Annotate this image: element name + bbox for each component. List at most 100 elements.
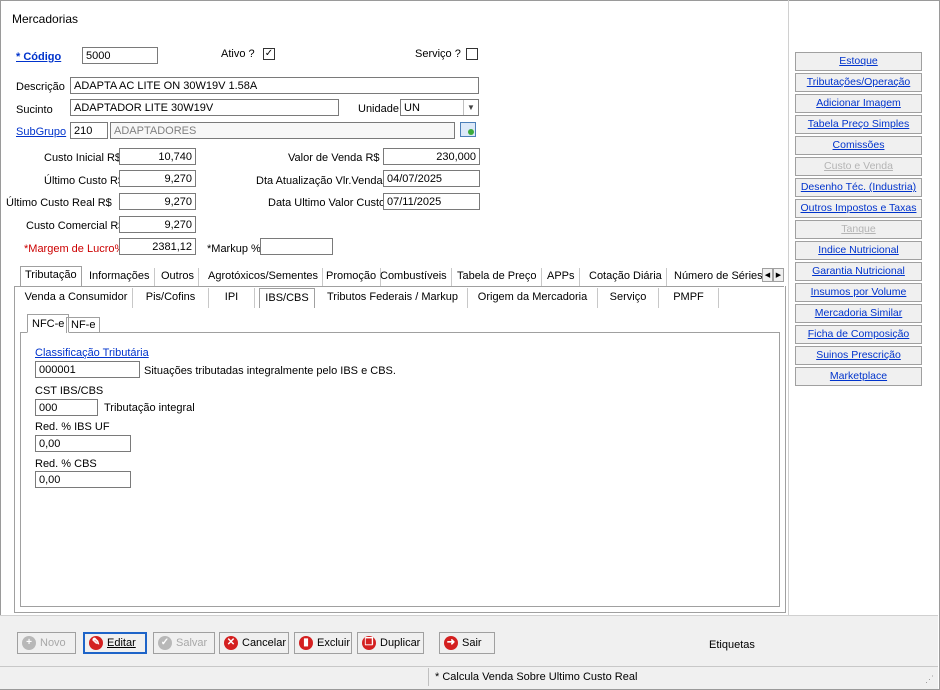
red-cbs-label: Red. % CBS	[35, 458, 97, 470]
duplicate-icon: ❐	[362, 636, 376, 650]
unidade-value: UN	[404, 102, 420, 114]
margem-label: *Margem de Lucro%	[24, 243, 125, 255]
search-subgrupo-icon[interactable]	[460, 122, 476, 137]
sidebar-item-garantia-nutricional[interactable]: Garantia Nutricional	[795, 262, 922, 281]
resize-grip-icon[interactable]: ⋰	[922, 673, 934, 685]
subtab-servico[interactable]: Serviço	[598, 288, 659, 308]
sidebar-item-ficha-composicao[interactable]: Ficha de Composição	[795, 325, 922, 344]
dta-atualizacao-input[interactable]: 04/07/2025	[383, 170, 480, 187]
cancelar-button[interactable]: ✕ Cancelar	[219, 632, 289, 654]
ultimo-custo-real-input[interactable]: 9,270	[119, 193, 196, 210]
sidebar-item-custo-venda: Custo e Venda	[795, 157, 922, 176]
sidebar-item-insumos-volume[interactable]: Insumos por Volume	[795, 283, 922, 302]
descricao-label: Descrição	[16, 81, 65, 93]
salvar-label: Salvar	[176, 637, 208, 649]
servico-checkbox[interactable]	[466, 48, 478, 60]
subtab-pis-cofins[interactable]: Pis/Cofins	[133, 288, 209, 308]
tab-promocao[interactable]: Promoção	[322, 268, 382, 286]
editar-button[interactable]: ✎ Editar	[83, 632, 147, 654]
subgrupo-code-input[interactable]: 210	[70, 122, 108, 139]
tab-tributacao[interactable]: Tributação	[20, 266, 82, 286]
editar-label: Editar	[107, 637, 136, 649]
red-ibs-uf-label: Red. % IBS UF	[35, 421, 110, 433]
sidebar-item-desenho-tec[interactable]: Desenho Téc. (Industria)	[795, 178, 922, 197]
sidebar-item-mercadoria-similar[interactable]: Mercadoria Similar	[795, 304, 922, 323]
tab-apps[interactable]: APPs	[543, 268, 580, 286]
sidebar-item-tabela-preco[interactable]: Tabela Preço Simples	[795, 115, 922, 134]
excluir-button[interactable]: ▮ Excluir	[294, 632, 352, 654]
custo-comercial-label: Custo Comercial R$	[26, 220, 125, 232]
custo-comercial-input[interactable]: 9,270	[119, 216, 196, 233]
sidebar-item-comissoes[interactable]: Comissões	[795, 136, 922, 155]
sair-label: Sair	[462, 637, 482, 649]
ativo-checkbox[interactable]: ✓	[263, 48, 275, 60]
tab-scroll-right-icon[interactable]: ▶	[773, 268, 784, 282]
servico-label: Serviço ?	[415, 48, 461, 60]
salvar-button: ✓ Salvar	[153, 632, 215, 654]
tab-cotacao-diaria[interactable]: Cotação Diária	[585, 268, 667, 286]
cst-descricao: Tributação integral	[104, 402, 195, 414]
descricao-input[interactable]: ADAPTA AC LITE ON 30W19V 1.58A	[70, 77, 479, 94]
valor-venda-label: Valor de Venda R$	[288, 152, 380, 164]
tab-informacoes[interactable]: Informações	[85, 268, 155, 286]
sucinto-input[interactable]: ADAPTADOR LITE 30W19V	[70, 99, 339, 116]
subtab-origem-mercadoria[interactable]: Origem da Mercadoria	[468, 288, 598, 308]
red-cbs-input[interactable]: 0,00	[35, 471, 131, 488]
window-title: Mercadorias	[12, 12, 79, 26]
unidade-select[interactable]: UN ▼	[400, 99, 479, 116]
valor-venda-input[interactable]: 230,000	[383, 148, 480, 165]
ultimo-custo-real-label: Último Custo Real R$	[6, 197, 112, 209]
tab-nfe[interactable]: NF-e	[66, 317, 101, 333]
tab-combustiveis[interactable]: Combustíveis	[376, 268, 452, 286]
ativo-label: Ativo ?	[221, 48, 255, 60]
plus-icon: +	[22, 636, 36, 650]
custo-inicial-input[interactable]: 10,740	[119, 148, 196, 165]
tab-numero-series[interactable]: Número de Séries	[670, 268, 767, 286]
subtab-ipi[interactable]: IPI	[209, 288, 255, 308]
sidebar-item-suinos-prescricao[interactable]: Suinos Prescrição	[795, 346, 922, 365]
chevron-down-icon: ▼	[463, 100, 478, 115]
status-text: * Calcula Venda Sobre Ultimo Custo Real	[435, 671, 638, 683]
subtab-tributos-federais[interactable]: Tributos Federais / Markup	[318, 288, 468, 308]
tab-scroll-left-icon[interactable]: ◀	[762, 268, 773, 282]
novo-button: + Novo	[17, 632, 76, 654]
tab-outros[interactable]: Outros	[157, 268, 200, 286]
sidebar-item-estoque[interactable]: Estoque	[795, 52, 922, 71]
codigo-label[interactable]: * Código	[16, 51, 61, 63]
dta-atualizacao-label: Dta Atualização Vlr.Venda	[256, 175, 383, 187]
data-ultimo-custo-input[interactable]: 07/11/2025	[383, 193, 480, 210]
classificacao-tributaria-input[interactable]: 000001	[35, 361, 140, 378]
sidebar-item-marketplace[interactable]: Marketplace	[795, 367, 922, 386]
duplicar-button[interactable]: ❐ Duplicar	[357, 632, 424, 654]
sidebar-item-tributacoes[interactable]: Tributações/Operação	[795, 73, 922, 92]
status-panel-left	[2, 668, 429, 686]
sair-button[interactable]: ➜ Sair	[439, 632, 495, 654]
cst-ibs-cbs-label: CST IBS/CBS	[35, 385, 104, 397]
tab-tabela-preco[interactable]: Tabela de Preço	[453, 268, 542, 286]
margem-input[interactable]: 2381,12	[119, 238, 196, 255]
sidebar-item-outros-impostos[interactable]: Outros Impostos e Taxas	[795, 199, 922, 218]
ultimo-custo-input[interactable]: 9,270	[119, 170, 196, 187]
sidebar-item-tanque: Tanque	[795, 220, 922, 239]
check-icon: ✓	[158, 636, 172, 650]
duplicar-label: Duplicar	[380, 637, 421, 649]
tab-nfce[interactable]: NFC-e	[27, 314, 70, 333]
subgrupo-label[interactable]: SubGrupo	[16, 126, 66, 138]
markup-label: *Markup %	[207, 243, 261, 255]
sidebar-item-adicionar-imagem[interactable]: Adicionar Imagem	[795, 94, 922, 113]
etiquetas-label[interactable]: Etiquetas	[709, 639, 755, 651]
trash-icon: ▮	[299, 636, 313, 650]
red-ibs-uf-input[interactable]: 0,00	[35, 435, 131, 452]
tab-agrotoxicos[interactable]: Agrotóxicos/Sementes	[204, 268, 324, 286]
unidade-label: Unidade	[358, 103, 399, 115]
sidebar-item-indice-nutricional[interactable]: Indice Nutricional	[795, 241, 922, 260]
markup-input[interactable]	[260, 238, 333, 255]
ultimo-custo-label: Último Custo R$	[44, 175, 125, 187]
cst-ibs-cbs-input[interactable]: 000	[35, 399, 98, 416]
codigo-input[interactable]: 5000	[82, 47, 158, 64]
excluir-label: Excluir	[317, 637, 351, 649]
classificacao-tributaria-link[interactable]: Classificação Tributária	[35, 347, 149, 359]
subtab-ibs-cbs[interactable]: IBS/CBS	[259, 288, 315, 308]
subtab-venda-consumidor[interactable]: Venda a Consumidor	[20, 288, 133, 308]
subtab-pmpf[interactable]: PMPF	[659, 288, 719, 308]
